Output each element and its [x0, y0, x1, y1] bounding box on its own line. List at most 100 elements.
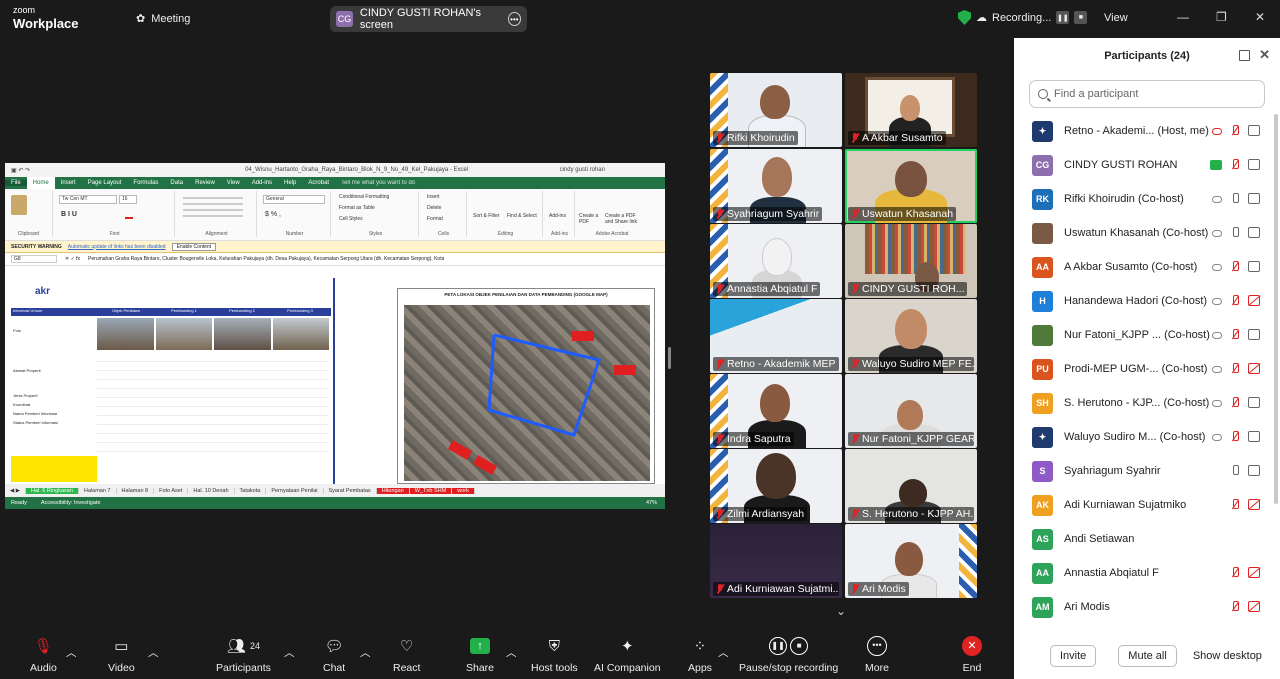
apps-options-caret-icon[interactable]: ︿	[718, 645, 729, 660]
bold-italic-underline-icons[interactable]: B I U	[61, 211, 77, 218]
mic-muted-icon[interactable]	[1231, 567, 1239, 578]
mic-icon[interactable]	[1231, 465, 1239, 476]
end-button[interactable]: ✕ End	[962, 635, 982, 674]
cell-styles-button[interactable]: Cell Styles	[339, 216, 363, 222]
video-button[interactable]: ▭ Video	[108, 635, 135, 674]
sheet-tab[interactable]: work	[452, 487, 475, 494]
format-as-table-button[interactable]: Format as Table	[339, 205, 375, 211]
sheet-tab[interactable]: Halaman 8	[117, 487, 155, 494]
sheet-tab[interactable]: W_Tnh SHM	[409, 487, 453, 494]
video-icon[interactable]	[1248, 159, 1260, 170]
mic-muted-icon[interactable]	[1231, 159, 1239, 170]
mic-icon[interactable]	[1231, 193, 1239, 204]
video-tile[interactable]: Nur Fatoni_KJPP GEAR	[845, 374, 977, 448]
excel-tab-addins[interactable]: Add-ins	[246, 180, 278, 186]
view-menu[interactable]: View	[1104, 12, 1128, 24]
sort-filter-button[interactable]: Sort & Filter	[473, 213, 501, 219]
number-format-box[interactable]: General	[263, 195, 325, 204]
video-tile[interactable]: Waluyo Sudiro MEP FE...	[845, 299, 977, 373]
video-off-icon[interactable]	[1248, 499, 1260, 510]
participant-search-input[interactable]: Find a participant	[1029, 80, 1265, 108]
create-pdf-button[interactable]: Create a PDF	[579, 213, 603, 225]
pause-stop-recording-button[interactable]: ❚❚ ■ Pause/stop recording	[739, 635, 838, 674]
status-zoom[interactable]: 47%	[646, 500, 657, 506]
excel-tab-acrobat[interactable]: Acrobat	[302, 180, 335, 186]
video-tile[interactable]: Retno - Akademik MEP	[710, 299, 842, 373]
meeting-menu[interactable]: ✿ Meeting	[136, 12, 190, 26]
video-icon[interactable]	[1248, 261, 1260, 272]
screen-share-pill[interactable]: CG CINDY GUSTI ROHAN's screen •••	[330, 6, 527, 32]
excel-tab-file[interactable]: File	[5, 180, 27, 186]
video-options-caret-icon[interactable]: ︿	[148, 645, 159, 660]
video-icon[interactable]	[1248, 125, 1260, 136]
participant-row[interactable]: AK Adi Kurniawan Sujatmiko	[1014, 488, 1280, 522]
share-button[interactable]: ↑ Share	[466, 635, 494, 674]
more-button[interactable]: ••• More	[865, 635, 889, 674]
insert-cells-button[interactable]: Insert	[427, 194, 440, 200]
excel-tab-home[interactable]: Home	[26, 177, 55, 189]
sheet-tab[interactable]: Syarat Pembatas	[324, 487, 377, 494]
host-tools-button[interactable]: ⛨ Host tools	[531, 635, 578, 675]
sheet-tab[interactable]: Hitungan	[376, 487, 410, 494]
spreadsheet-grid[interactable]: akr Informasi Umum Objek Penilaian Pemba…	[5, 278, 665, 484]
mic-muted-icon[interactable]	[1231, 125, 1239, 136]
video-tile[interactable]: Indra Saputra	[710, 374, 842, 448]
video-tile[interactable]: CINDY GUSTI ROH...	[845, 224, 977, 298]
find-select-button[interactable]: Find & Select	[507, 213, 537, 219]
participant-row[interactable]: SH S. Herutono - KJP... (Co-host)	[1014, 386, 1280, 420]
security-warning-text[interactable]: Automatic update of links has been disab…	[68, 244, 166, 250]
excel-tab-data[interactable]: Data	[164, 180, 189, 186]
chat-button[interactable]: 💬︎ Chat	[323, 635, 345, 674]
sheet-nav-icon[interactable]: ◀ ▶	[5, 487, 26, 494]
font-size-box[interactable]: 16	[119, 195, 137, 204]
participant-row[interactable]: RK Rifki Khoirudin (Co-host)	[1014, 182, 1280, 216]
participant-row[interactable]: AM Ari Modis	[1014, 590, 1280, 624]
excel-tell-me[interactable]: Tell me what you want to do	[335, 180, 421, 186]
formula-input[interactable]: Perumahan Graha Raya Bintaro, Cluster Bo…	[88, 256, 444, 262]
paste-icon[interactable]	[11, 195, 27, 215]
conditional-formatting-button[interactable]: Conditional Formatting	[339, 194, 389, 200]
status-accessibility[interactable]: Accessibility: Investigate	[41, 500, 101, 506]
splitter-handle[interactable]	[668, 347, 671, 369]
invite-button[interactable]: Invite	[1050, 645, 1097, 667]
sheet-tab[interactable]: Hal. 10 Denah	[188, 487, 235, 494]
mic-muted-icon[interactable]	[1231, 397, 1239, 408]
video-tile[interactable]: S. Herutono - KJPP AH...	[845, 449, 977, 523]
ai-companion-button[interactable]: ✦ AI Companion	[594, 635, 661, 674]
video-icon[interactable]	[1248, 397, 1260, 408]
participant-list-scrollbar[interactable]	[1274, 114, 1278, 504]
restore-icon[interactable]: ❐	[1216, 10, 1227, 24]
sheet-tab[interactable]: Pernyataan Penilai	[266, 487, 324, 494]
format-cells-button[interactable]: Format	[427, 216, 443, 222]
sheet-tab[interactable]: Halaman 7	[79, 487, 117, 494]
video-tile[interactable]: A Akbar Susamto	[845, 73, 977, 147]
mic-muted-icon[interactable]	[1231, 431, 1239, 442]
audio-options-caret-icon[interactable]: ︿	[66, 645, 77, 660]
participant-row[interactable]: ✦ Retno - Akademi... (Host, me)	[1014, 114, 1280, 148]
participant-row[interactable]: PU Prodi-MEP UGM-... (Co-host)	[1014, 352, 1280, 386]
participant-row[interactable]: ✦ Waluyo Sudiro M... (Co-host)	[1014, 420, 1280, 454]
excel-tab-insert[interactable]: Insert	[55, 180, 82, 186]
video-off-icon[interactable]	[1248, 567, 1260, 578]
mic-muted-icon[interactable]	[1231, 261, 1239, 272]
participant-row[interactable]: Nur Fatoni_KJPP ... (Co-host)	[1014, 318, 1280, 352]
video-off-icon[interactable]	[1248, 363, 1260, 374]
video-tile[interactable]: Syahriagum Syahrir	[710, 149, 842, 223]
font-color-icon[interactable]	[125, 211, 133, 219]
close-panel-icon[interactable]: ✕	[1259, 47, 1270, 63]
participant-row[interactable]: CG CINDY GUSTI ROHAN	[1014, 148, 1280, 182]
pop-out-icon[interactable]	[1239, 50, 1250, 61]
addins-button[interactable]: Add-ins	[549, 213, 566, 219]
pause-recording-icon[interactable]: ❚❚	[1056, 11, 1070, 24]
create-pdf-share-button[interactable]: Create a PDF and Share link	[605, 213, 645, 225]
participant-row[interactable]: AA Annastia Abqiatul F	[1014, 556, 1280, 590]
participants-button[interactable]: 👥︎ 24 Participants	[216, 635, 271, 674]
react-button[interactable]: ♡ React	[393, 635, 420, 674]
chat-options-caret-icon[interactable]: ︿	[360, 645, 371, 660]
minimize-icon[interactable]: —	[1177, 10, 1189, 24]
participants-options-caret-icon[interactable]: ︿	[284, 645, 295, 660]
video-tile[interactable]: Rifki Khoirudin	[710, 73, 842, 147]
number-format-icons[interactable]: $ % ,	[265, 211, 281, 218]
mic-muted-icon[interactable]	[1231, 601, 1239, 612]
sheet-tab[interactable]: Tatakota	[235, 487, 267, 494]
